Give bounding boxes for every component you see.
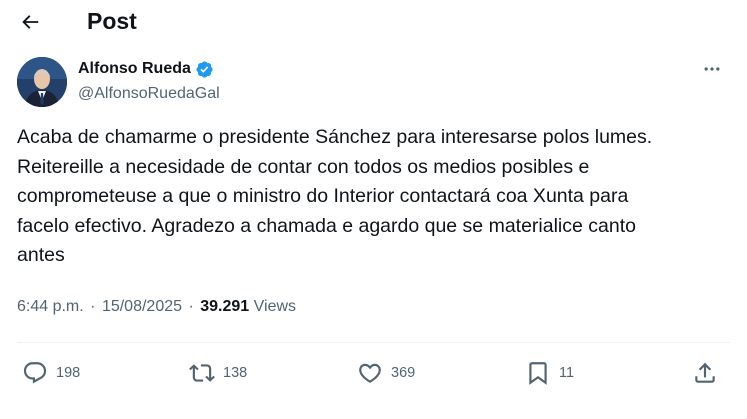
share-icon [695, 362, 715, 383]
bookmark-count: 11 [559, 365, 575, 381]
author-handle[interactable]: @AlfonsoRuedaGal [78, 83, 220, 105]
avatar[interactable] [17, 57, 67, 107]
tweet-text: Acaba de chamarme o presidente Sánchez p… [17, 126, 653, 266]
share-button[interactable] [692, 358, 718, 388]
meta-separator-views: · [188, 298, 194, 315]
like-button[interactable]: 369 [357, 358, 415, 388]
author-name-row[interactable]: Alfonso Rueda [78, 57, 214, 81]
verified-badge-icon [196, 60, 213, 78]
tweet-date[interactable]: 15/08/2025 [102, 298, 182, 315]
tweet-time[interactable]: 6:44 p.m. [17, 298, 84, 315]
more-options-button[interactable] [695, 57, 729, 81]
tweet-meta: 6:44 p.m. · 15/08/2025 · 39.291 Views [17, 295, 296, 319]
heart-icon [359, 363, 381, 383]
arrow-left-icon [22, 15, 39, 29]
like-count: 369 [391, 365, 416, 381]
page-title: Post [87, 8, 137, 34]
reply-icon [23, 362, 47, 384]
views-count[interactable]: 39.291 [200, 298, 249, 315]
bookmark-button[interactable]: 11 [525, 358, 574, 388]
views-label: Views [253, 298, 297, 315]
repost-count: 138 [223, 365, 248, 381]
post-header: Post [0, 0, 747, 44]
bookmark-icon [529, 362, 547, 385]
reply-button[interactable]: 198 [22, 358, 80, 388]
meta-separator: · [90, 298, 96, 315]
action-bar: 198 138 369 11 [0, 343, 747, 403]
repost-icon [189, 364, 215, 382]
profile-photo-icon [17, 57, 67, 107]
back-button[interactable] [14, 6, 46, 38]
reply-count: 198 [56, 365, 81, 381]
repost-button[interactable]: 138 [189, 358, 247, 388]
author-name[interactable]: Alfonso Rueda [78, 60, 191, 78]
more-horizontal-icon [704, 67, 720, 71]
